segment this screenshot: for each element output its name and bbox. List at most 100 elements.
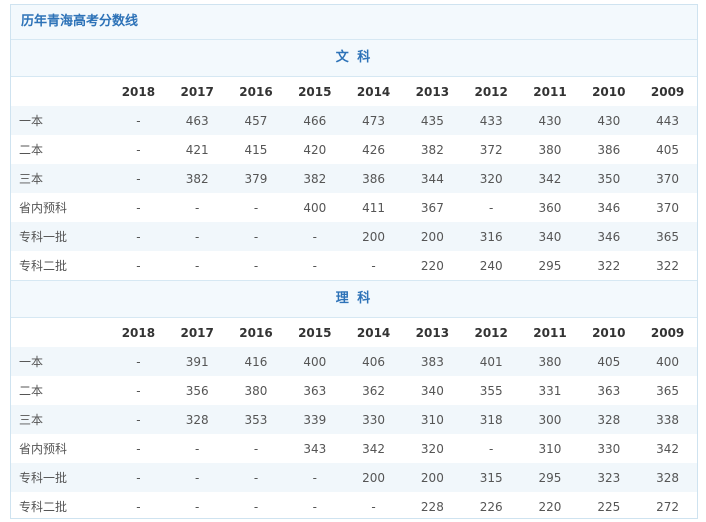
score-cell: 295 [520, 463, 580, 492]
score-cell: 342 [362, 441, 386, 456]
score-cell: 315 [461, 463, 521, 492]
score-cell: 339 [285, 405, 345, 434]
score-cell: 411 [362, 200, 386, 215]
score-cell: - [136, 142, 141, 157]
score-cell: 310 [402, 405, 462, 434]
year-header: 2017 [180, 325, 214, 340]
score-cell: 421 [185, 142, 209, 157]
score-cell: 391 [167, 347, 227, 376]
score-cell: 328 [167, 405, 227, 434]
score-cell: 350 [579, 164, 639, 193]
row-label: 专科二批 [19, 259, 68, 273]
score-cell: 200 [344, 463, 403, 492]
score-cell: 220 [538, 499, 562, 514]
score-cell: - [136, 200, 141, 215]
year-header-row: 2018 2017 2016 2015 2014 2013 2012 2011 … [11, 77, 697, 106]
score-cell: 372 [479, 142, 503, 157]
table-row: 省内预科 - - - 343 342 320 - 310 330 342 [11, 434, 697, 463]
year-header: 2014 [356, 84, 391, 99]
score-cell: 420 [303, 142, 327, 157]
row-label: 专科二批 [19, 500, 68, 514]
score-cell: 330 [597, 441, 621, 456]
score-cell: 400 [638, 347, 697, 376]
table-row: 专科二批 - - - - - 220 240 295 322 322 [11, 251, 697, 280]
score-cell: 272 [656, 499, 680, 514]
section-title-liberal-arts: 文 科 [11, 40, 697, 77]
score-cell: - [226, 463, 286, 492]
score-cell: - [195, 441, 200, 456]
score-cell: 370 [656, 200, 680, 215]
row-label: 二本 [19, 384, 44, 398]
score-panel: 历年青海高考分数线 文 科 2018 2017 2016 2015 2014 2… [10, 4, 698, 519]
score-cell: 382 [285, 164, 345, 193]
score-cell: 430 [520, 106, 580, 135]
year-header-row: 2018 2017 2016 2015 2014 2013 2012 2011 … [11, 318, 697, 347]
score-cell: - [195, 499, 200, 514]
year-header: 2018 [121, 325, 156, 340]
score-cell: 360 [538, 200, 562, 215]
score-cell: 473 [344, 106, 403, 135]
score-cell: 355 [479, 383, 503, 398]
table-row: 三本 -328 353 339 330 310 318 300 328 338 [11, 405, 697, 434]
score-cell: 320 [420, 441, 444, 456]
score-cell: 225 [597, 499, 621, 514]
score-rows: 一本 -391 416 400 406 383 401 380 405 400 二本 -356 380 3… [11, 347, 697, 521]
score-cell: 228 [420, 499, 444, 514]
score-cell: 400 [303, 200, 327, 215]
score-cell: 320 [461, 164, 521, 193]
table-row: 一本 -463 457 466 473 435 433 430 430 443 [11, 106, 697, 135]
table-row: 二本 - 421 415 420 426 382 372 380 386 405 [11, 135, 697, 164]
score-cell: 344 [402, 164, 462, 193]
year-header: 2009 [650, 84, 685, 99]
table-row: 二本 - 356 380 363 362 340 355 331 363 365 [11, 376, 697, 405]
score-cell: - [253, 200, 259, 215]
year-header: 2009 [650, 325, 685, 340]
score-cell: - [195, 200, 200, 215]
score-cell: 363 [597, 383, 621, 398]
score-cell: 295 [538, 258, 562, 273]
table-row: 专科一批 - - - -200 200 316 340 346 365 [11, 222, 697, 251]
year-header: 2014 [356, 325, 391, 340]
score-cell: - [285, 222, 345, 251]
panel-title: 历年青海高考分数线 [11, 5, 697, 40]
row-label-header [11, 77, 109, 106]
score-cell: - [489, 441, 494, 456]
year-header: 2013 [415, 325, 450, 340]
score-cell: 323 [579, 463, 639, 492]
row-label: 专科一批 [11, 222, 109, 251]
row-label: 省内预科 [19, 201, 68, 215]
score-cell: - [136, 258, 141, 273]
score-cell: - [253, 258, 259, 273]
table-row: 专科二批 - - - - - 228 226 220 225 272 [11, 492, 697, 521]
year-header: 2016 [239, 325, 273, 340]
score-cell: - [109, 405, 168, 434]
score-cell: 300 [520, 405, 580, 434]
score-cell: - [285, 463, 345, 492]
year-header: 2012 [474, 325, 508, 340]
score-rows: 一本 -463 457 466 473 435 433 430 430 443 二本 -421 415 4… [11, 106, 697, 280]
score-cell: - [371, 499, 376, 514]
score-cell: 370 [638, 164, 697, 193]
score-cell: 382 [167, 164, 227, 193]
year-header: 2013 [415, 84, 450, 99]
year-header: 2018 [121, 84, 156, 99]
score-cell: 433 [461, 106, 521, 135]
score-cell: 401 [461, 347, 521, 376]
score-cell: 380 [244, 383, 268, 398]
score-cell: - [371, 258, 376, 273]
score-cell: 200 [402, 463, 462, 492]
score-cell: - [489, 200, 494, 215]
score-cell: 466 [285, 106, 345, 135]
score-cell: 435 [402, 106, 462, 135]
score-cell: 340 [420, 383, 444, 398]
score-cell: 343 [303, 441, 327, 456]
row-label: 三本 [11, 164, 109, 193]
score-cell: 342 [520, 164, 580, 193]
score-cell: 463 [167, 106, 227, 135]
score-cell: 405 [656, 142, 680, 157]
score-cell: 443 [638, 106, 697, 135]
score-cell: 406 [344, 347, 403, 376]
score-cell: 365 [638, 222, 697, 251]
score-cell: 382 [420, 142, 444, 157]
score-cell: - [109, 106, 168, 135]
